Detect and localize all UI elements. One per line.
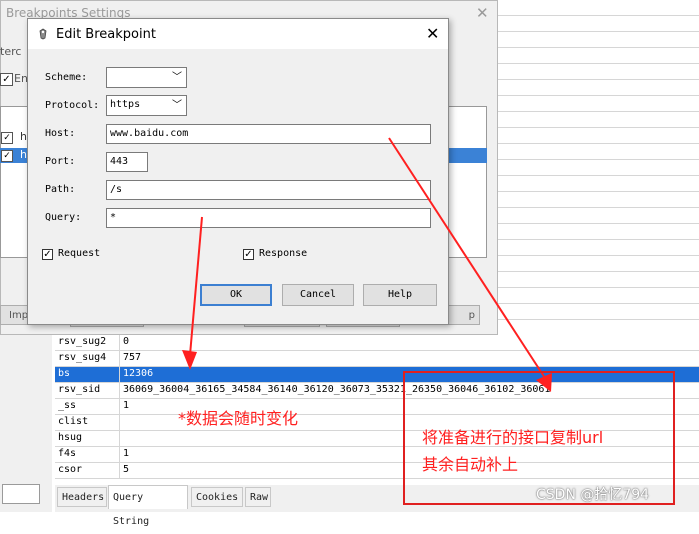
annotation-note-1: *数据会随时变化 xyxy=(178,409,299,428)
annotation-note-2-line1: 将准备进行的接口复制url xyxy=(422,428,604,447)
watermark: CSDN @拾忆794 xyxy=(536,487,650,503)
annotation-note-2-line2: 其余自动补上 xyxy=(422,455,519,474)
